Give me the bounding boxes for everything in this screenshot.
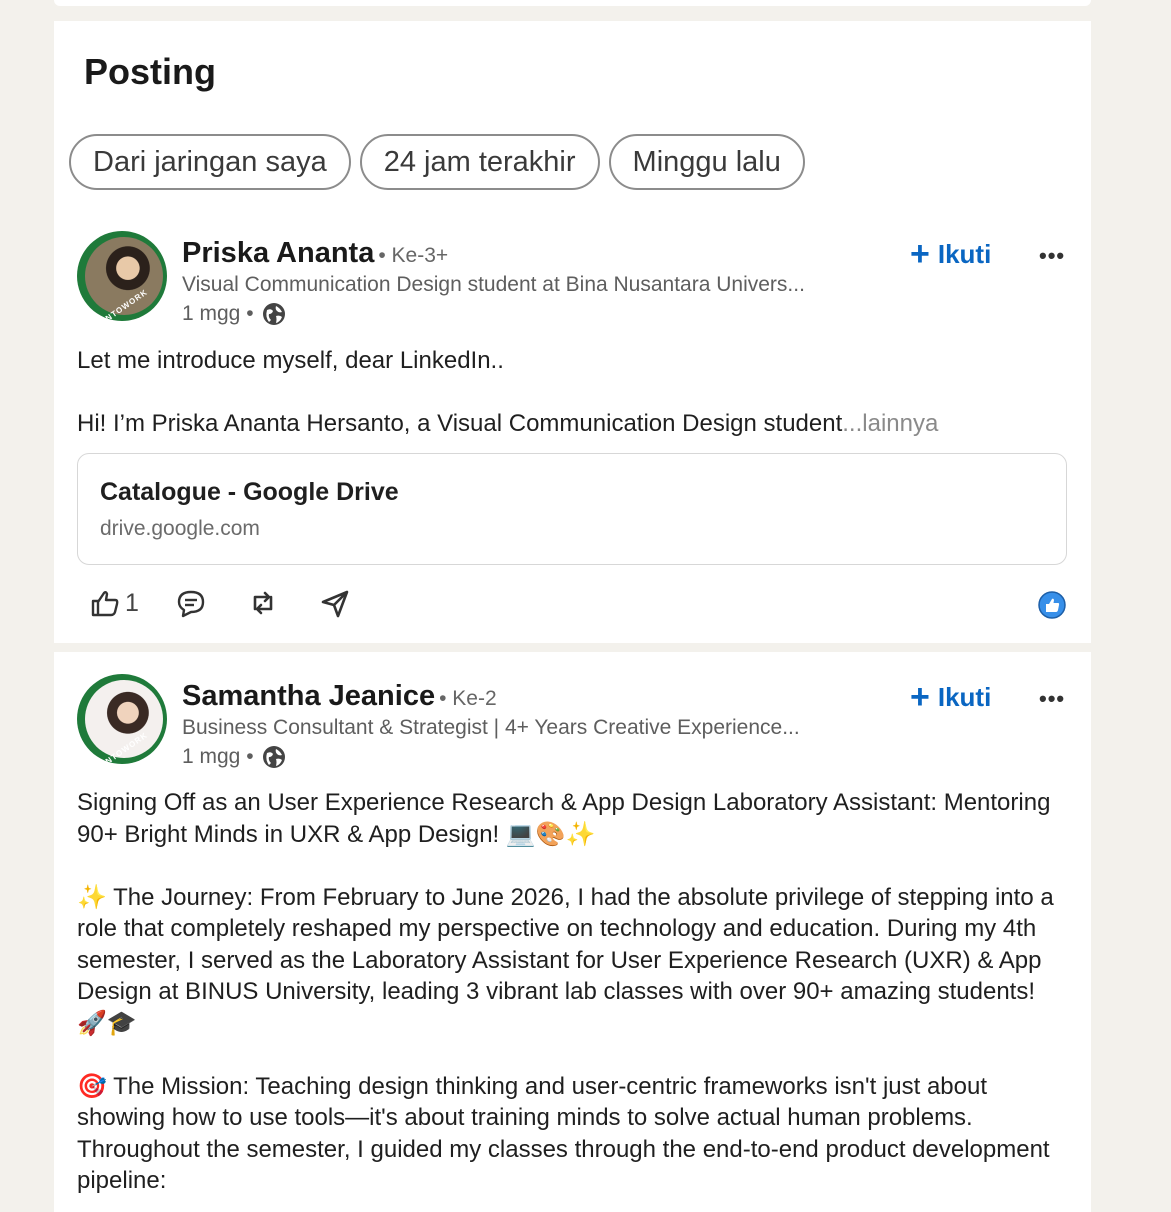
comment-icon bbox=[177, 590, 205, 618]
author-name-text: Samantha Jeanice bbox=[182, 680, 436, 712]
repost-icon bbox=[253, 591, 273, 615]
plus-icon: + bbox=[910, 235, 930, 273]
thumbs-up-icon bbox=[91, 591, 119, 617]
see-more-link[interactable]: ...lainnya bbox=[842, 410, 938, 437]
post-line: Let me introduce myself, dear LinkedIn.. bbox=[77, 347, 504, 374]
post-line-blank bbox=[77, 1039, 1067, 1071]
connection-degree: • Ke-2 bbox=[439, 687, 497, 710]
like-count: 1 bbox=[125, 588, 139, 617]
more-options-button[interactable]: ••• bbox=[1039, 243, 1065, 269]
post-meta: 1 mgg • bbox=[182, 745, 286, 769]
post-paragraph: Signing Off as an User Experience Resear… bbox=[77, 789, 1051, 848]
filter-past-24h[interactable]: 24 jam terakhir bbox=[359, 134, 600, 190]
previous-card bbox=[54, 0, 1091, 6]
connection-degree: • Ke-3+ bbox=[378, 244, 449, 267]
comment-button[interactable] bbox=[175, 587, 207, 619]
like-reaction-icon[interactable] bbox=[1038, 591, 1066, 619]
filter-my-network[interactable]: Dari jaringan saya bbox=[69, 134, 351, 190]
globe-icon bbox=[262, 303, 285, 325]
post-time: 1 mgg • bbox=[182, 302, 254, 325]
post-card-2: #OPENTOWORK Samantha Jeanice• Ke-2 Busin… bbox=[54, 652, 1091, 1212]
filter-bar: Dari jaringan saya 24 jam terakhir Mingg… bbox=[69, 134, 805, 190]
author-name-text: Priska Ananta bbox=[182, 237, 375, 269]
post-paragraph: 🎯 The Mission: Teaching design thinking … bbox=[77, 1072, 1050, 1195]
repost-button[interactable] bbox=[247, 587, 279, 619]
follow-label: Ikuti bbox=[937, 238, 992, 269]
globe-icon bbox=[262, 746, 285, 768]
posts-section: Posting Dari jaringan saya 24 jam terakh… bbox=[54, 21, 1091, 643]
link-url: drive.google.com bbox=[100, 517, 260, 540]
filter-past-week[interactable]: Minggu lalu bbox=[608, 134, 805, 190]
post-line-blank bbox=[77, 377, 1067, 409]
post-line: Hi! I’m Priska Ananta Hersanto, a Visual… bbox=[77, 408, 1067, 440]
author-avatar[interactable]: #OPENTOWORK bbox=[77, 674, 167, 764]
like-button[interactable]: 1 bbox=[89, 587, 139, 619]
post-time: 1 mgg • bbox=[182, 745, 254, 768]
post-paragraph: ✨ The Journey: From February to June 202… bbox=[77, 883, 1054, 1037]
social-actions: 1 bbox=[89, 587, 391, 619]
send-icon bbox=[321, 590, 349, 618]
post-line-blank bbox=[77, 850, 1067, 882]
send-button[interactable] bbox=[319, 587, 351, 619]
follow-button[interactable]: + Ikuti bbox=[910, 680, 991, 714]
follow-button[interactable]: + Ikuti bbox=[910, 237, 991, 271]
post-body: Let me introduce myself, dear LinkedIn..… bbox=[77, 345, 1067, 440]
link-title: Catalogue - Google Drive bbox=[100, 478, 399, 506]
link-preview-card[interactable]: Catalogue - Google Drive drive.google.co… bbox=[77, 453, 1067, 565]
author-avatar[interactable]: #OPENTOWORK bbox=[77, 231, 167, 321]
more-options-button[interactable]: ••• bbox=[1039, 686, 1065, 712]
author-headline: Visual Communication Design student at B… bbox=[182, 273, 805, 296]
post-body: Signing Off as an User Experience Resear… bbox=[77, 787, 1067, 1197]
author-headline: Business Consultant & Strategist | 4+ Ye… bbox=[182, 716, 800, 739]
post-line-text: Hi! I’m Priska Ananta Hersanto, a Visual… bbox=[77, 410, 843, 437]
section-title: Posting bbox=[84, 51, 216, 92]
plus-icon: + bbox=[910, 678, 930, 716]
author-name[interactable]: Samantha Jeanice • Ke-2 bbox=[182, 680, 497, 713]
follow-label: Ikuti bbox=[937, 681, 992, 712]
author-name[interactable]: Priska Ananta • Ke-3+ bbox=[182, 237, 448, 270]
post-meta: 1 mgg • bbox=[182, 302, 286, 326]
